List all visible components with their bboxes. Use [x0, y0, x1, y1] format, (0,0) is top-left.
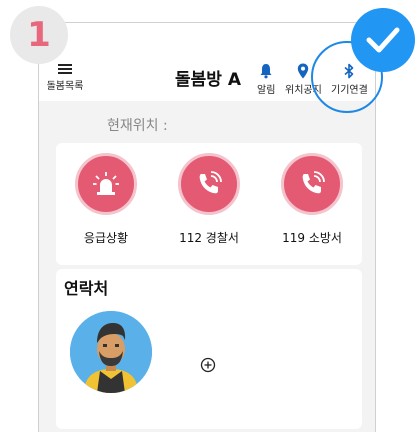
menu-label: 돌봄목록: [46, 81, 84, 92]
phone-ringing-icon: [199, 171, 222, 194]
location-pin-icon: [298, 63, 309, 79]
notification-button[interactable]: 알림: [257, 63, 275, 96]
contacts-card: 연락처: [56, 269, 362, 429]
bell-icon: [260, 64, 272, 79]
siren-icon: [93, 172, 119, 195]
contacts-title: 연락처: [64, 279, 109, 298]
checkmark-badge: [351, 8, 415, 72]
contact-avatar[interactable]: [70, 311, 152, 393]
phone-ringing-icon: [302, 171, 325, 194]
current-location-label: 현재위치 :: [107, 118, 168, 134]
fire-station-call-label: 119 소방서: [282, 231, 342, 245]
step-number-badge: 1: [10, 6, 68, 64]
menu-button[interactable]: 돌봄목록: [43, 63, 87, 92]
add-contact-button[interactable]: [200, 357, 216, 377]
emergency-button[interactable]: 응급상황: [66, 153, 146, 246]
emergency-label: 응급상황: [83, 231, 129, 245]
add-circle-icon: [200, 357, 216, 373]
step-number: 1: [27, 15, 51, 55]
hamburger-menu-icon: [58, 64, 72, 74]
fire-station-call-button[interactable]: 119 소방서: [272, 153, 352, 246]
notification-label: 알림: [257, 85, 276, 96]
police-call-label: 112 경찰서: [179, 231, 239, 245]
avatar-portrait-icon: [70, 311, 152, 393]
page-title: 돌봄방 A: [175, 70, 241, 90]
police-call-button[interactable]: 112 경찰서: [169, 153, 249, 246]
checkmark-icon: [366, 27, 400, 53]
emergency-card: 응급상황 112 경찰서 119 소방서: [56, 143, 362, 265]
